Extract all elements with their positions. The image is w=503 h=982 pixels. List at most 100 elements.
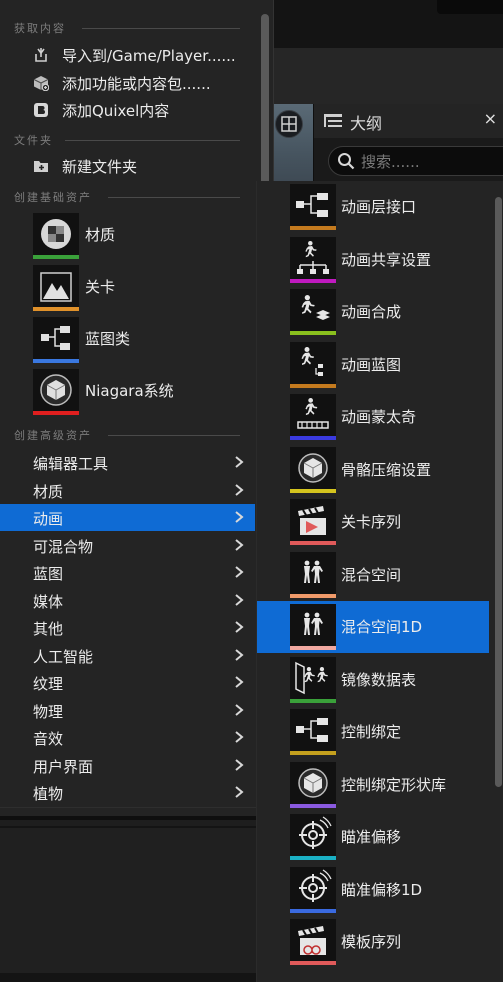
aim-offset-icon	[299, 816, 332, 849]
basic-asset-blueprint-class[interactable]: 蓝图类	[0, 314, 255, 364]
advanced-category-item[interactable]: 其他	[0, 614, 255, 641]
asset-thumbnail	[290, 499, 336, 545]
outliner-search-input[interactable]: 搜索......	[328, 146, 503, 176]
asset-color-bar	[290, 856, 336, 860]
animation-asset-item[interactable]: 瞄准偏移	[257, 811, 489, 863]
submenu-arrow	[232, 619, 246, 639]
animation-asset-item[interactable]: 控制绑定	[257, 706, 489, 758]
category-label: 其他	[33, 620, 64, 638]
advanced-category-item[interactable]: 蓝图	[0, 559, 255, 586]
editor-tab	[437, 0, 503, 14]
asset-color-bar	[290, 436, 336, 440]
asset-color-bar	[290, 541, 336, 545]
animation-asset-item[interactable]: 骨骼压缩设置	[257, 444, 489, 496]
outliner-list-icon	[324, 114, 342, 127]
level-sequence-icon	[298, 506, 326, 535]
asset-thumbnail	[290, 656, 336, 703]
chevron-right-icon	[235, 648, 244, 661]
animation-asset-item[interactable]: 关卡序列	[257, 496, 489, 548]
animation-asset-item[interactable]: 动画蓝图	[257, 339, 489, 391]
add-content-menu: 获取内容 导入到/Game/Player...... 添加功能或内容包.....…	[0, 0, 274, 815]
basic-asset-niagara-system[interactable]: Niagara系统	[0, 366, 255, 416]
menu-item-add-feature-content-pack[interactable]: 添加功能或内容包......	[0, 70, 255, 97]
grid-icon	[281, 116, 297, 132]
asset-label: 动画层接口	[341, 198, 417, 216]
basic-asset-material[interactable]: 材质	[0, 210, 255, 260]
anim-composite-icon	[301, 295, 330, 320]
category-label: 材质	[33, 482, 64, 501]
asset-color-bar	[290, 751, 336, 755]
advanced-category-item[interactable]: 用户界面	[0, 752, 255, 779]
outliner-header: 大纲 ×	[314, 104, 503, 138]
asset-label: 动画蒙太奇	[341, 408, 417, 426]
advanced-category-item[interactable]: 媒体	[0, 587, 255, 614]
advanced-category-item[interactable]: 动画	[0, 504, 255, 531]
template-sequence-icon	[298, 926, 326, 955]
animation-asset-item[interactable]: 控制绑定形状库	[257, 759, 489, 811]
asset-thumbnail	[290, 814, 336, 860]
animation-asset-item[interactable]: 混合空间	[257, 549, 489, 601]
anim-blueprint-icon	[301, 346, 323, 376]
submenu-arrow	[232, 674, 246, 694]
asset-label: 材质	[85, 226, 116, 244]
asset-color-bar	[290, 226, 336, 230]
basic-asset-level[interactable]: 关卡	[0, 262, 255, 312]
chevron-right-icon	[235, 758, 244, 771]
viewport-layout-button[interactable]	[275, 110, 303, 138]
asset-thumbnail	[290, 551, 336, 598]
viewport-preview	[271, 104, 313, 188]
asset-label: 动画合成	[341, 303, 402, 321]
animation-asset-item[interactable]: 镜像数据表	[257, 654, 489, 706]
submenu-arrow	[232, 647, 246, 667]
asset-label: 镜像数据表	[341, 670, 417, 689]
menu-item-new-folder[interactable]: 新建文件夹	[0, 153, 255, 180]
submenu-scrollbar[interactable]	[495, 197, 502, 787]
animation-asset-item[interactable]: 混合空间1D	[257, 601, 489, 653]
outliner-close-icon[interactable]: ×	[484, 109, 497, 128]
content-pack-icon	[33, 76, 49, 91]
advanced-category-item[interactable]: 材质	[0, 477, 255, 504]
asset-thumbnail	[290, 394, 336, 440]
outliner-title: 大纲	[350, 114, 383, 133]
asset-color-bar	[290, 803, 336, 808]
material-icon	[41, 219, 71, 249]
animation-asset-item[interactable]: 动画合成	[257, 286, 489, 338]
section-label-advanced-assets: 创建高级资产	[14, 429, 92, 442]
menu-item-import[interactable]: 导入到/Game/Player......	[0, 42, 255, 69]
anim-layer-interface-icon	[296, 193, 328, 217]
submenu-arrow	[232, 454, 246, 474]
anim-montage-icon	[297, 398, 329, 429]
mirror-data-table-icon	[295, 661, 328, 694]
asset-label: 动画蓝图	[341, 355, 402, 374]
new-folder-icon	[34, 161, 48, 172]
advanced-category-item[interactable]: 音效	[0, 724, 255, 751]
asset-thumbnail	[33, 369, 79, 415]
asset-label: 模板序列	[341, 933, 402, 951]
advanced-category-item[interactable]: 物理	[0, 697, 255, 724]
asset-thumbnail	[290, 341, 336, 388]
advanced-category-item[interactable]: 人工智能	[0, 642, 255, 669]
asset-color-bar	[33, 411, 79, 415]
asset-label: 动画共享设置	[341, 250, 432, 269]
submenu-arrow	[232, 482, 246, 502]
blueprint-class-icon	[41, 326, 70, 350]
animation-asset-item[interactable]: 模板序列	[257, 916, 489, 968]
advanced-category-item[interactable]: 编辑器工具	[0, 449, 255, 476]
advanced-category-item[interactable]: 纹理	[0, 669, 255, 696]
animation-asset-item[interactable]: 动画共享设置	[257, 234, 489, 286]
blend-space-1d-icon	[304, 612, 323, 635]
asset-color-bar	[33, 359, 79, 363]
asset-label: 瞄准偏移	[341, 828, 402, 846]
aim-offset-1d-icon	[299, 868, 332, 902]
menu-item-add-quixel-content[interactable]: 添加Quixel内容	[0, 97, 255, 124]
animation-asset-item[interactable]: 动画蒙太奇	[257, 391, 489, 443]
asset-color-bar	[33, 307, 79, 311]
section-label-basic-assets: 创建基础资产	[14, 191, 92, 204]
animation-asset-item[interactable]: 动画层接口	[257, 181, 489, 233]
asset-label: 蓝图类	[85, 330, 131, 348]
chevron-right-icon	[235, 511, 244, 523]
animation-asset-item[interactable]: 瞄准偏移1D	[257, 864, 489, 916]
advanced-category-item[interactable]: 可混合物	[0, 532, 255, 559]
section-divider	[108, 435, 240, 436]
advanced-category-item[interactable]: 植物	[0, 779, 255, 806]
